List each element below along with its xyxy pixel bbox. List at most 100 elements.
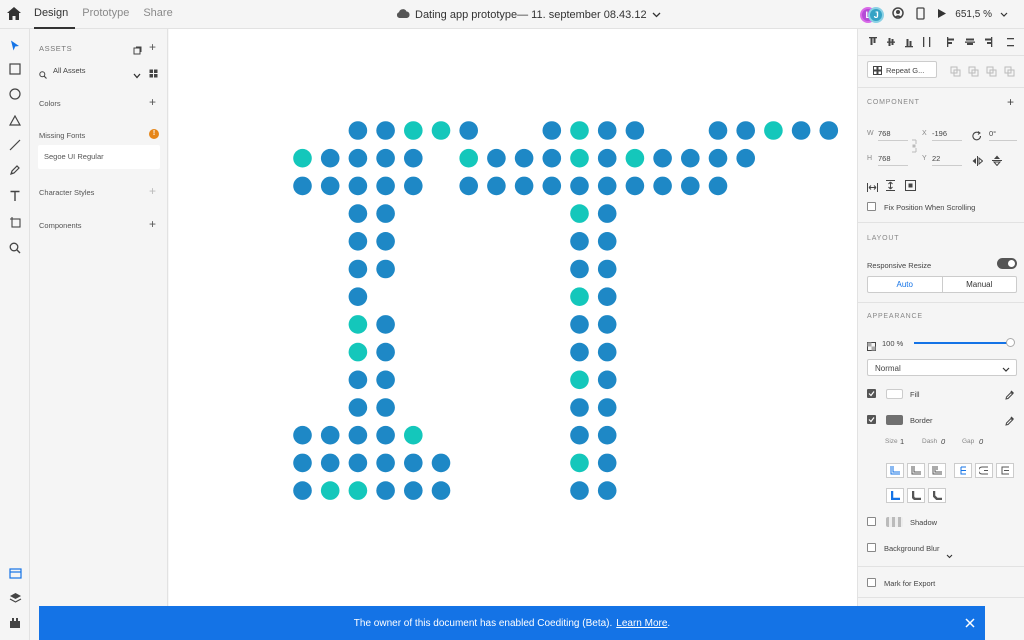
artwork-dot[interactable]: [542, 176, 562, 196]
artwork-dot[interactable]: [293, 425, 312, 445]
flip-horizontal-icon[interactable]: [972, 153, 984, 171]
shadow-checkbox[interactable]: [867, 517, 876, 526]
artwork-dot[interactable]: [293, 481, 312, 500]
pen-tool-icon[interactable]: [6, 161, 24, 179]
search-icon[interactable]: [39, 66, 47, 84]
artwork-dot[interactable]: [487, 176, 506, 196]
border-swatch[interactable]: [886, 415, 903, 425]
artwork-dot[interactable]: [570, 370, 589, 390]
shadow-swatch[interactable]: [886, 517, 903, 527]
canvas[interactable]: [169, 29, 857, 640]
artwork-dot[interactable]: [348, 453, 368, 473]
join-miter-icon[interactable]: [886, 488, 904, 503]
artwork-dot[interactable]: [293, 453, 312, 473]
artwork-dot[interactable]: [597, 425, 617, 445]
artwork-dot[interactable]: [708, 176, 728, 196]
artwork-dot[interactable]: [597, 259, 617, 279]
artwork-dot[interactable]: [431, 121, 451, 140]
artwork-dot[interactable]: [320, 148, 340, 168]
artwork-dot[interactable]: [376, 232, 395, 251]
artwork-dot[interactable]: [570, 342, 589, 362]
padding-icon[interactable]: [905, 178, 916, 196]
artwork-dot[interactable]: [597, 398, 617, 417]
artwork-dot[interactable]: [570, 315, 589, 334]
artwork-dot[interactable]: [293, 148, 312, 168]
artwork-dot[interactable]: [736, 148, 755, 168]
artwork-dot[interactable]: [459, 176, 479, 196]
opacity-slider-handle[interactable]: [1006, 338, 1015, 347]
artwork-dot[interactable]: [404, 425, 423, 445]
artwork-dot[interactable]: [625, 176, 645, 196]
artwork-dot[interactable]: [348, 176, 368, 196]
artwork-dot[interactable]: [570, 232, 589, 251]
add-character-style-icon[interactable]: +: [149, 184, 156, 198]
zoom-level[interactable]: 651,5 %: [955, 9, 992, 20]
artwork-dot[interactable]: [348, 481, 368, 500]
add-color-icon[interactable]: +: [149, 95, 156, 109]
artwork-dot[interactable]: [736, 121, 755, 140]
distribute-vertical-icon[interactable]: [886, 178, 895, 196]
artwork-dot[interactable]: [708, 121, 728, 140]
y-field[interactable]: 22: [932, 154, 940, 163]
artwork-dot[interactable]: [597, 370, 617, 390]
cap-round-icon[interactable]: [907, 463, 925, 478]
artwork-dot[interactable]: [320, 425, 340, 445]
rotation-field[interactable]: 0°: [989, 129, 996, 138]
artwork-dot[interactable]: [681, 148, 700, 168]
tab-share[interactable]: Share: [136, 0, 179, 29]
artwork-dot[interactable]: [514, 176, 534, 196]
artwork-dot[interactable]: [376, 398, 395, 417]
stroke-inside-icon[interactable]: [954, 463, 972, 478]
layers-icon[interactable]: [6, 589, 24, 607]
artwork-dot[interactable]: [764, 121, 783, 140]
x-field[interactable]: -196: [932, 129, 947, 138]
artwork-dot[interactable]: [597, 287, 617, 307]
artwork-dot[interactable]: [320, 176, 340, 196]
background-blur-checkbox[interactable]: [867, 543, 876, 552]
artwork-dot[interactable]: [376, 342, 395, 362]
artwork-dot[interactable]: [570, 121, 589, 140]
artwork-dot[interactable]: [681, 176, 700, 196]
line-tool-icon[interactable]: [6, 136, 24, 154]
artwork-dot[interactable]: [597, 481, 617, 500]
join-bevel-icon[interactable]: [928, 488, 946, 503]
chevron-down-icon[interactable]: [1000, 9, 1008, 20]
artwork-dot[interactable]: [570, 453, 589, 473]
plugins-icon[interactable]: [6, 614, 24, 632]
artwork-dot[interactable]: [404, 481, 423, 500]
artwork-dot[interactable]: [431, 453, 451, 473]
learn-more-link[interactable]: Learn More: [616, 618, 667, 629]
artwork-dot[interactable]: [570, 204, 589, 223]
artwork-dot[interactable]: [348, 121, 368, 140]
tab-prototype[interactable]: Prototype: [75, 0, 136, 29]
artwork-dot[interactable]: [597, 204, 617, 223]
artwork-dot[interactable]: [348, 148, 368, 168]
artwork-dot[interactable]: [348, 398, 368, 417]
border-checkbox[interactable]: [867, 415, 876, 424]
dash-field[interactable]: 0: [941, 437, 945, 446]
artwork-dot[interactable]: [348, 287, 368, 307]
lock-aspect-icon[interactable]: [911, 139, 917, 158]
grid-view-icon[interactable]: [149, 65, 158, 83]
repeat-grid-button[interactable]: Repeat G...: [867, 61, 937, 78]
eyedropper-icon[interactable]: [1005, 387, 1015, 405]
artwork-dot[interactable]: [348, 315, 368, 334]
artwork-dot[interactable]: [625, 148, 645, 168]
artwork-dot[interactable]: [404, 148, 423, 168]
artwork-dot[interactable]: [791, 121, 811, 140]
add-component-icon[interactable]: +: [1007, 95, 1014, 109]
artwork-dot[interactable]: [348, 425, 368, 445]
artwork-dot[interactable]: [570, 481, 589, 500]
artwork-dot[interactable]: [348, 232, 368, 251]
artwork-dot[interactable]: [376, 453, 395, 473]
artwork-dot[interactable]: [459, 121, 479, 140]
chevron-down-icon[interactable]: [946, 546, 953, 564]
zoom-tool-icon[interactable]: [6, 239, 24, 257]
artwork-dot[interactable]: [376, 148, 395, 168]
artwork-dot[interactable]: [376, 315, 395, 334]
artwork-dot[interactable]: [376, 370, 395, 390]
close-icon[interactable]: [965, 615, 975, 631]
artwork-dot[interactable]: [570, 259, 589, 279]
artwork-dot[interactable]: [653, 176, 672, 196]
fix-position-checkbox[interactable]: [867, 202, 876, 211]
